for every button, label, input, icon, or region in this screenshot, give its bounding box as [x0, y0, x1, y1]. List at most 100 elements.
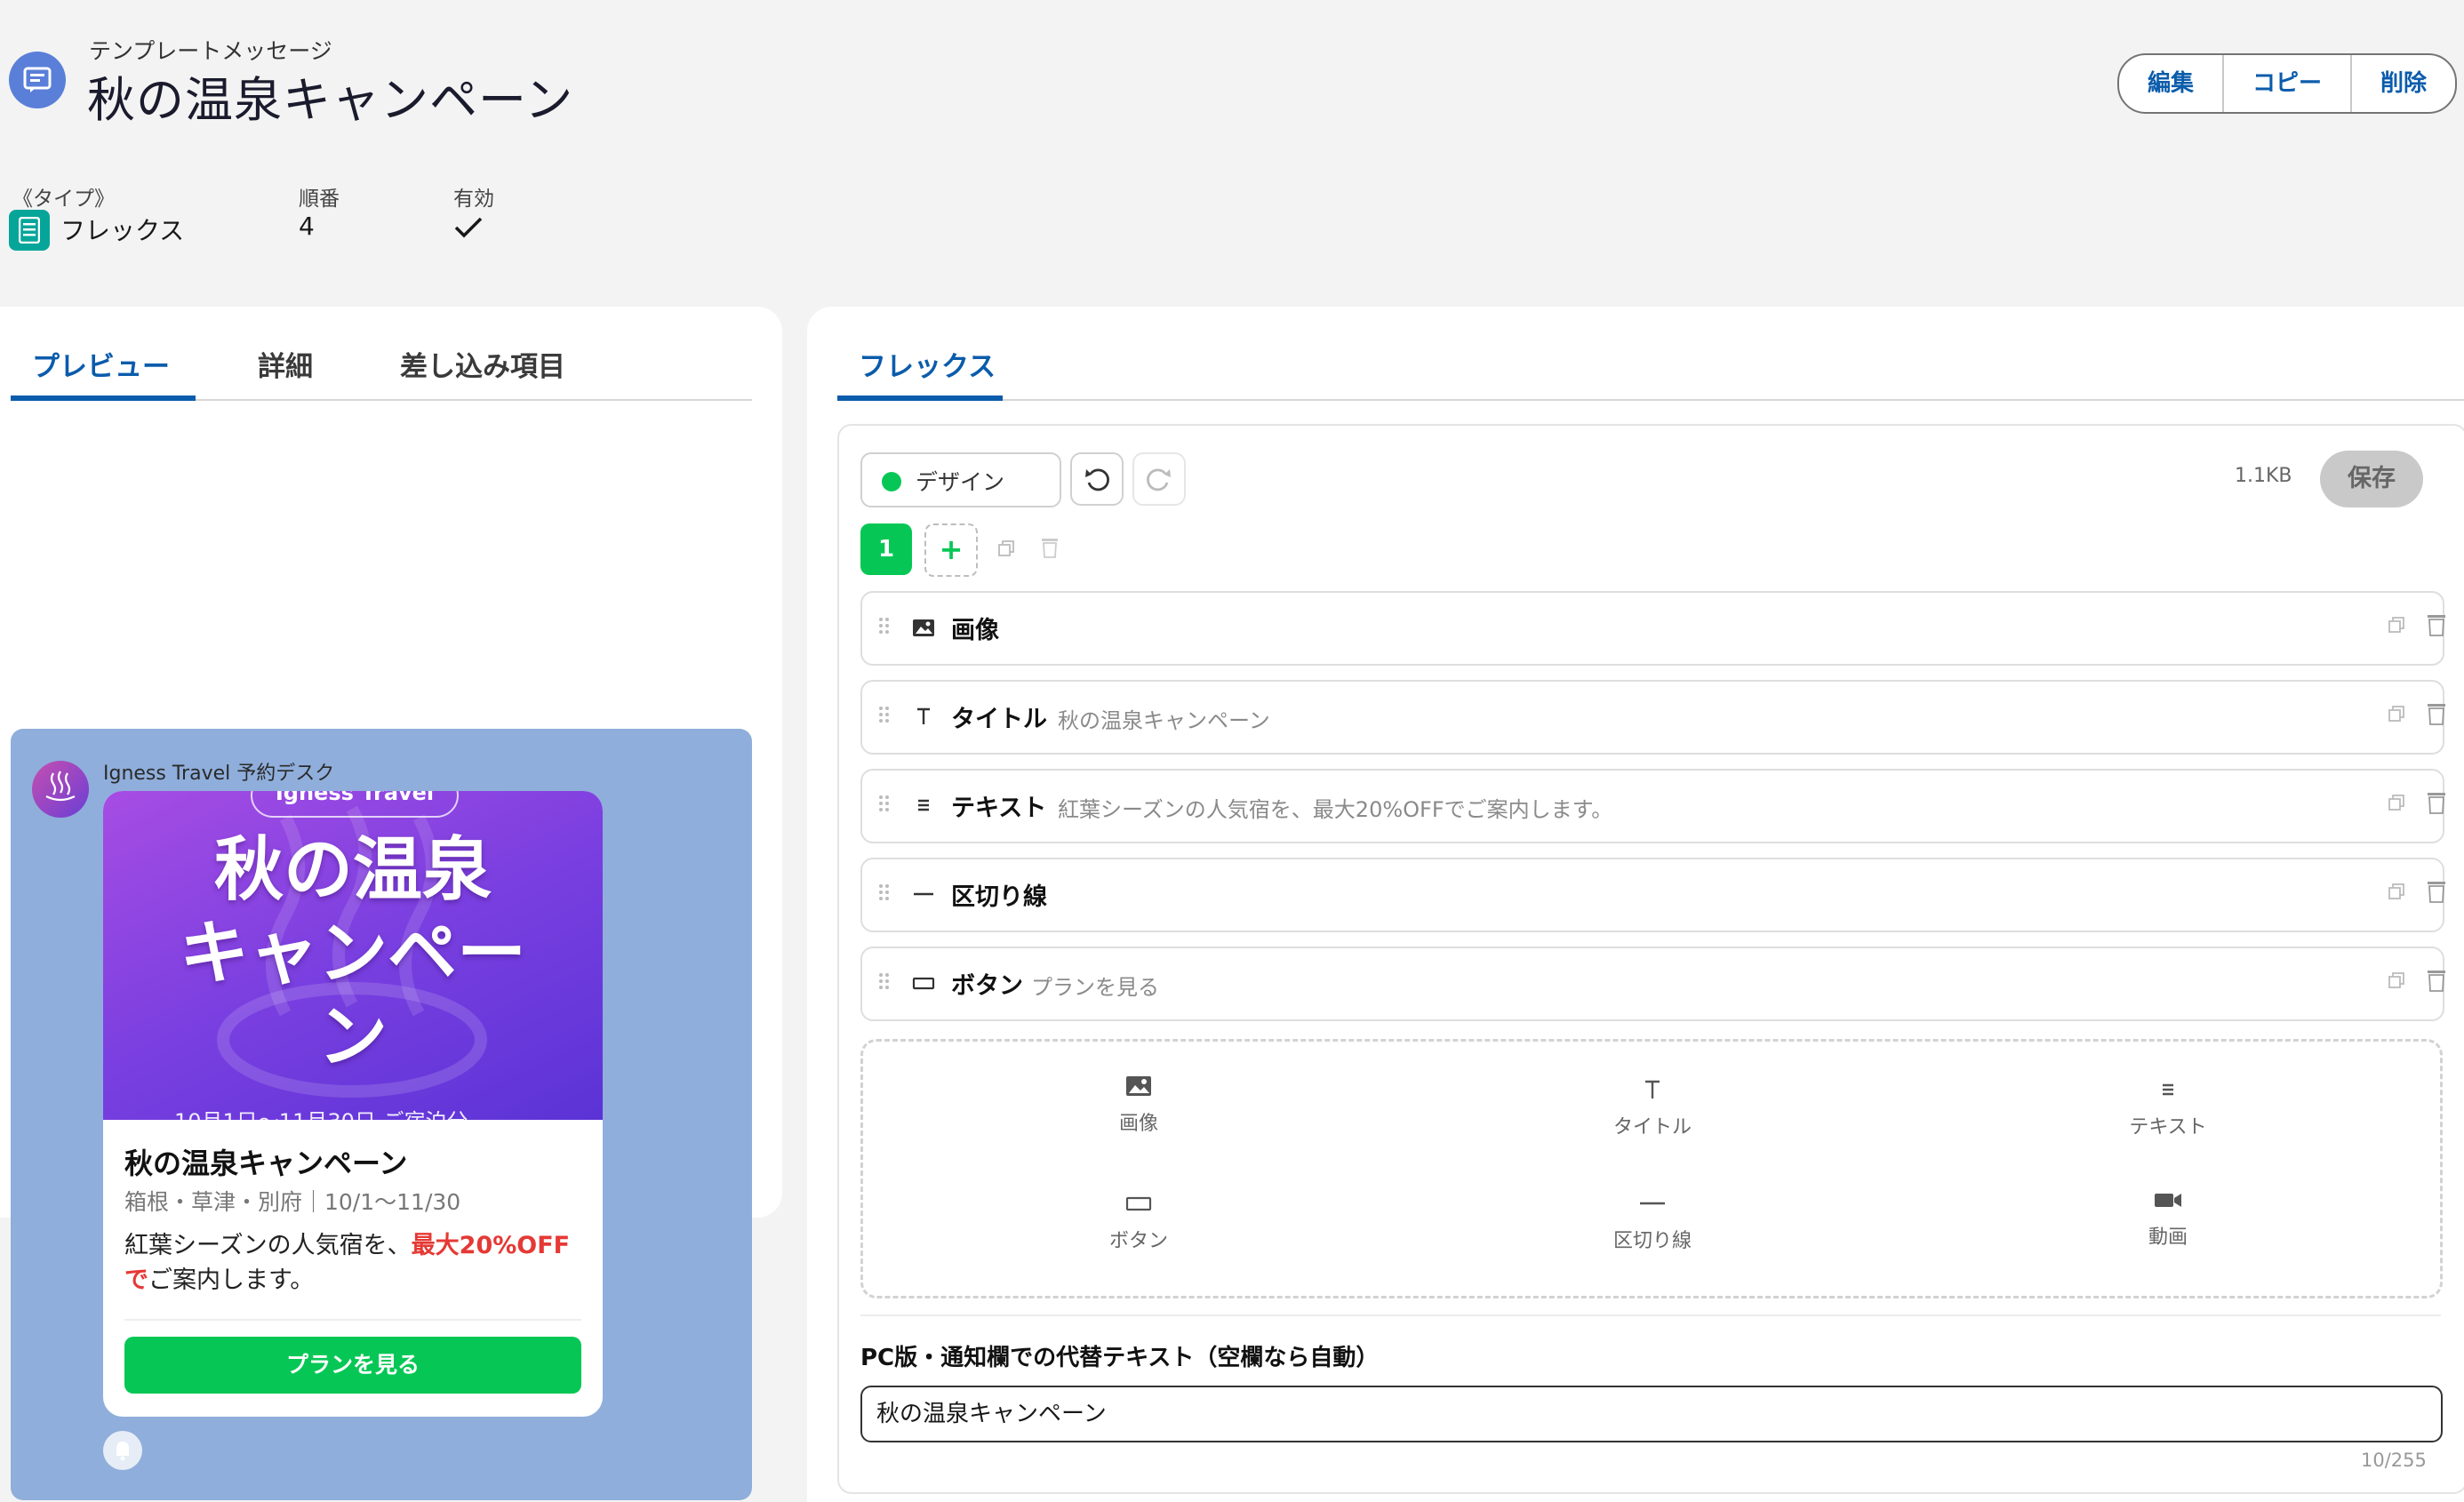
palette-label: タイトル [1612, 1116, 1692, 1138]
duplicate-page-icon[interactable] [997, 539, 1015, 561]
undo-button[interactable] [1070, 452, 1124, 506]
redo-icon [1147, 468, 1171, 491]
order-value: 4 [299, 212, 315, 241]
component-palette: 画像 タイトル テキスト ボタン 区切り線 動画 [860, 1039, 2443, 1298]
tab-flex[interactable]: フレックス [859, 344, 996, 384]
page-tab-1[interactable]: 1 [860, 523, 912, 575]
component-preview-text: プランを見る [1031, 975, 1159, 1000]
alt-text-input[interactable] [860, 1386, 2443, 1442]
copy-icon[interactable] [2388, 794, 2405, 811]
copy-icon[interactable] [2388, 883, 2405, 900]
design-mode-toggle[interactable]: デザイン [860, 452, 1061, 507]
hero-title-line-1: 秋の温泉 [213, 830, 492, 910]
section-divider [860, 1314, 2441, 1316]
card-subtitle: 箱根・草津・別府｜10/1〜11/30 [124, 1189, 461, 1215]
trash-icon[interactable] [2427, 968, 2446, 993]
paragraph-icon [2163, 1083, 2173, 1096]
button-type-icon [1125, 1196, 1152, 1211]
component-row-separator[interactable]: 区切り線 [860, 858, 2446, 932]
copy-icon[interactable] [2388, 971, 2405, 989]
component-preview-text: 秋の温泉キャンペーン [1058, 708, 1270, 733]
component-row-image[interactable]: 画像 [860, 591, 2446, 666]
bell-icon [103, 1431, 142, 1470]
component-row-title[interactable]: タイトル 秋の温泉キャンペーン [860, 680, 2446, 755]
enabled-label: 有効 [453, 188, 494, 211]
palette-label: ボタン [1108, 1230, 1168, 1252]
redo-button[interactable] [1132, 452, 1186, 506]
copy-icon[interactable] [2388, 705, 2405, 723]
text-type-icon [1645, 1080, 1660, 1099]
chat-preview: Igness Travel 予約デスク Igness Travel 秋の温泉 キ… [11, 729, 752, 1500]
tab-divider [837, 399, 2464, 401]
video-icon [2155, 1194, 2181, 1207]
palette-label: 画像 [1118, 1113, 1158, 1135]
palette-item-separator[interactable]: 区切り線 [1519, 1191, 1786, 1253]
card-body-part: 紅葉シーズンの人気宿を、 [124, 1232, 412, 1259]
sender-name: Igness Travel 予約デスク [103, 763, 335, 785]
alt-text-label: PC版・通知欄での代替テキスト（空欄なら自動） [860, 1345, 1380, 1371]
view-plans-button[interactable]: プランを見る [124, 1337, 581, 1394]
edit-button[interactable]: 編集 [2119, 55, 2225, 112]
button-type-icon [912, 977, 935, 990]
palette-item-text[interactable]: テキスト [2035, 1077, 2301, 1139]
paragraph-icon [918, 799, 929, 811]
save-button[interactable]: 保存 [2320, 451, 2423, 507]
tab-details[interactable]: 詳細 [258, 344, 313, 384]
drag-handle-icon[interactable] [878, 794, 891, 813]
image-icon [913, 619, 934, 636]
component-type-label: タイトル [951, 706, 1047, 733]
drag-handle-icon[interactable] [878, 705, 891, 724]
palette-item-video[interactable]: 動画 [2035, 1187, 2301, 1250]
flex-message-bubble: Igness Travel 秋の温泉 キャンペー ン 10月1日〜11月30日 … [103, 791, 603, 1417]
flex-editor: デザイン 1.1KB 保存 1 + 画像 タイトル 秋の温泉キャンペーン テキス… [837, 424, 2464, 1494]
template-icon [9, 52, 66, 108]
tab-merge-fields[interactable]: 差し込み項目 [400, 344, 565, 384]
tab-preview[interactable]: プレビュー [32, 344, 170, 384]
trash-icon[interactable] [2427, 879, 2446, 904]
palette-item-title[interactable]: タイトル [1519, 1077, 1786, 1139]
action-button-group: 編集 コピー 削除 [2117, 53, 2458, 114]
delete-page-icon[interactable] [1040, 536, 1060, 563]
separator-icon [1640, 1202, 1665, 1205]
component-type-label: ボタン [951, 972, 1023, 1000]
sender-avatar [32, 761, 89, 818]
image-icon [1126, 1076, 1151, 1096]
drag-handle-icon[interactable] [878, 883, 891, 902]
hero-date: 10月1日〜11月30日 ご宿泊分 [174, 1104, 468, 1120]
order-label: 順番 [299, 188, 340, 211]
card-separator [124, 1319, 581, 1321]
palette-item-image[interactable]: 画像 [1005, 1074, 1272, 1136]
card-title: 秋の温泉キャンペーン [124, 1146, 408, 1180]
preview-panel: プレビュー 詳細 差し込み項目 Igness Travel 予約デスク Igne… [0, 307, 782, 1500]
trash-icon[interactable] [2427, 612, 2446, 637]
type-label: 《タイプ》 [12, 188, 115, 211]
trash-icon[interactable] [2427, 701, 2446, 726]
copy-icon[interactable] [2388, 616, 2405, 634]
checkmark-icon [453, 215, 484, 244]
drag-handle-icon[interactable] [878, 971, 891, 991]
active-tab-indicator [837, 395, 1003, 401]
copy-button[interactable]: コピー [2224, 55, 2353, 112]
hero-image: Igness Travel 秋の温泉 キャンペー ン 10月1日〜11月30日 … [103, 791, 603, 1120]
editor-panel: フレックス デザイン 1.1KB 保存 1 + 画像 タイトル 秋の温泉キャンペ… [807, 307, 2464, 1502]
card-body-part: ご案内します。 [148, 1266, 315, 1294]
drag-handle-icon[interactable] [878, 616, 891, 635]
palette-label: 動画 [2148, 1226, 2188, 1249]
trash-icon[interactable] [2427, 790, 2446, 815]
component-row-button[interactable]: ボタン プランを見る [860, 947, 2446, 1021]
page-title: 秋の温泉キャンペーン [87, 72, 574, 128]
status-dot [882, 472, 901, 491]
active-tab-indicator [11, 395, 196, 401]
hero-title-line-3: ン [317, 997, 388, 1077]
component-row-text[interactable]: テキスト 紅葉シーズンの人気宿を、最大20%OFFでご案内します。 [860, 769, 2446, 843]
component-type-label: 区切り線 [951, 883, 1047, 911]
palette-label: 区切り線 [1612, 1230, 1692, 1252]
type-value: フレックス [60, 216, 185, 245]
separator-icon [914, 892, 933, 896]
palette-item-button[interactable]: ボタン [1005, 1191, 1272, 1253]
component-preview-text: 紅葉シーズンの人気宿を、最大20%OFFでご案内します。 [1058, 797, 1613, 822]
hero-title-line-2: キャンペー [179, 914, 526, 994]
flex-type-icon [9, 210, 50, 251]
add-page-button[interactable]: + [924, 523, 978, 577]
delete-button[interactable]: 削除 [2352, 55, 2455, 112]
